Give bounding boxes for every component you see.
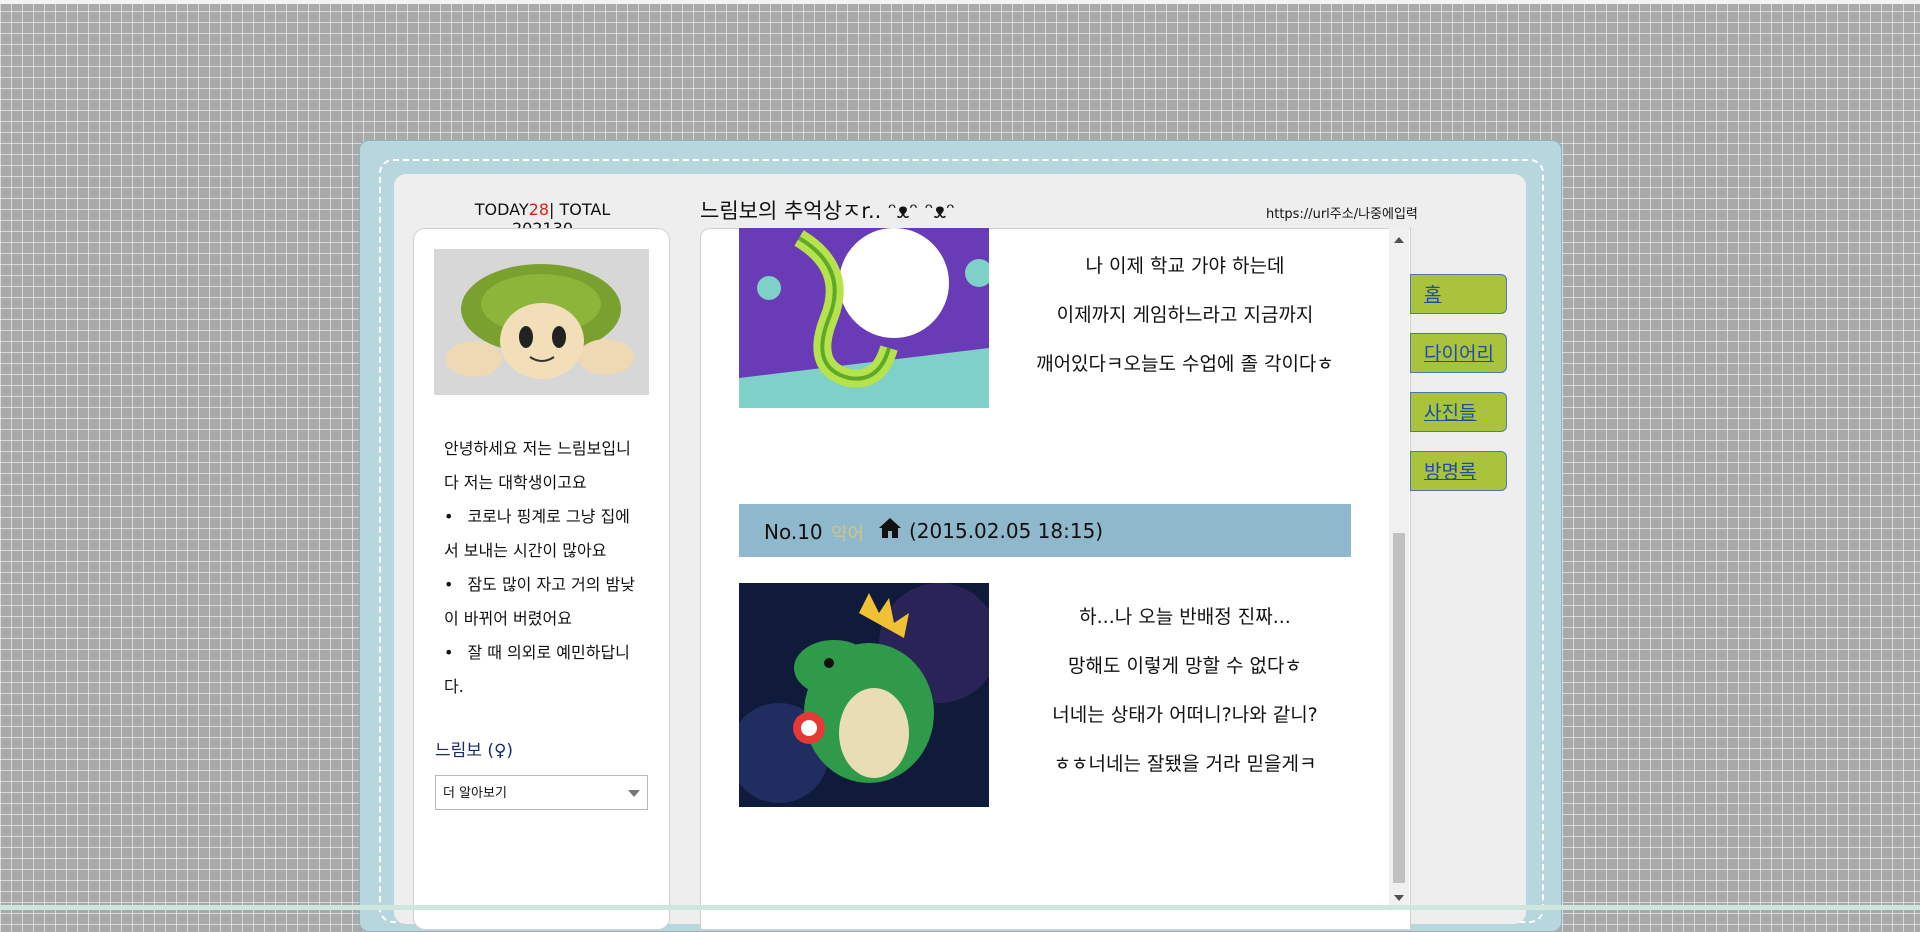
home-icon[interactable] (879, 518, 901, 542)
bottom-strip (0, 905, 1920, 910)
post-line: 너네는 상태가 어떠니?나와 같니? (1052, 704, 1318, 726)
snake-image (739, 228, 989, 408)
content-scrollbar[interactable] (1389, 228, 1409, 910)
menu-photos[interactable]: 사진들 (1410, 392, 1507, 432)
more-select-value: 더 알아보기 (443, 786, 507, 801)
post-line: 이제까지 게임하느라고 지금까지 (1056, 304, 1314, 326)
intro-bullet: 잠도 많이 자고 거의 밤낮이 바뀌어 버렸어요 (444, 568, 644, 636)
profile-image (434, 249, 649, 395)
chevron-down-icon (628, 790, 640, 797)
today-count: 28 (528, 200, 549, 219)
profile-name: 느림보 (♀) (435, 741, 514, 761)
intro-bullet: 코로나 핑계로 그냥 집에서 보내는 시간이 많아요 (444, 500, 644, 568)
post-text: 나 이제 학교 가야 하는데 이제까지 게임하느라고 지금까지 깨어있다ㅋ오늘도… (1015, 242, 1355, 389)
dinosaur-image (739, 583, 989, 807)
top-strip (0, 0, 1920, 4)
url-text: https://url주소/나중에입력 (1266, 207, 1418, 222)
intro-first: 안녕하세요 저는 느림보입니다 저는 대학생이고요 (444, 439, 631, 492)
scroll-down-icon[interactable] (1394, 895, 1404, 901)
post-line: 깨어있다ㅋ오늘도 수업에 졸 각이다ㅎ (1036, 353, 1334, 375)
post-line: 망해도 이렇게 망할 수 없다ㅎ (1068, 655, 1302, 677)
post-date: (2015.02.05 18:15) (909, 519, 1104, 543)
post-line: 나 이제 학교 가야 하는데 (1085, 255, 1285, 277)
post-tag: 약어 (831, 524, 865, 545)
post-number: No.10 (764, 520, 823, 544)
scroll-thumb[interactable] (1393, 533, 1405, 883)
intro-bullet: 잘 때 의외로 예민하답니다. (444, 636, 644, 704)
post-line: ㅎㅎ너네는 잘됐을 거라 믿을게ㅋ (1053, 753, 1317, 775)
today-label: TODAY (474, 200, 529, 219)
menu-home[interactable]: 홈 (1410, 274, 1507, 314)
post-text: 하...나 오늘 반배정 진짜... 망해도 이렇게 망할 수 없다ㅎ 너네는 … (1015, 593, 1355, 789)
intro-text: 안녕하세요 저는 느림보입니다 저는 대학생이고요 코로나 핑계로 그냥 집에서… (444, 432, 644, 704)
scroll-up-icon[interactable] (1394, 237, 1404, 243)
more-select[interactable]: 더 알아보기 (435, 775, 648, 810)
post-header: No.10 약어 (2015.02.05 18:15) (739, 504, 1351, 557)
intro-list: 코로나 핑계로 그냥 집에서 보내는 시간이 많아요 잠도 많이 자고 거의 밤… (444, 500, 644, 704)
profile-sidebar: 안녕하세요 저는 느림보입니다 저는 대학생이고요 코로나 핑계로 그냥 집에서… (413, 228, 670, 930)
menu-diary[interactable]: 다이어리 (1410, 333, 1507, 373)
post-line: 하...나 오늘 반배정 진짜... (1079, 606, 1291, 628)
menu-guestbook[interactable]: 방명록 (1410, 451, 1507, 491)
page-title: 느림보의 추억상ㅈr.. ᵔᴥᵔ ᵔᴥᵔ (700, 199, 955, 223)
